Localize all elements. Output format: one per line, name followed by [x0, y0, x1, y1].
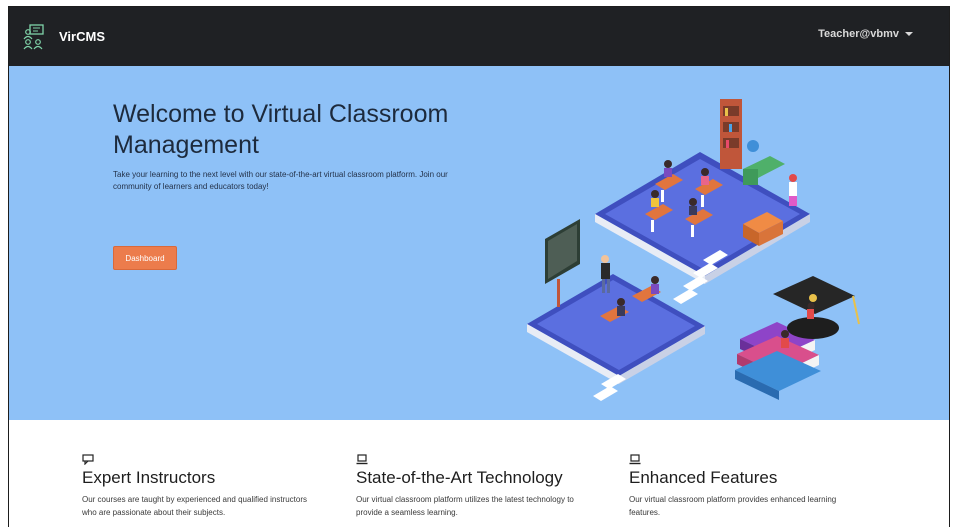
features-section: Expert Instructors Our courses are taugh… [9, 420, 949, 527]
dashboard-button[interactable]: Dashboard [113, 246, 177, 270]
page-frame: VirCMS Teacher@vbmv Welcome to Virtual C… [8, 6, 950, 527]
feature-card-enhanced-features: Enhanced Features Our virtual classroom … [629, 454, 879, 519]
hero-title: Welcome to Virtual Classroom Management [113, 100, 449, 159]
navbar: VirCMS Teacher@vbmv [9, 7, 949, 66]
feature-text: Our courses are taught by experienced an… [82, 495, 308, 517]
feature-title: Expert Instructors [82, 468, 216, 487]
hero-subtitle: Take your learning to the next level wit… [113, 170, 448, 191]
feature-title: Enhanced Features [629, 468, 778, 487]
feature-text: Our virtual classroom platform utilizes … [356, 495, 574, 517]
laptop-icon [356, 454, 368, 465]
classroom-logo-icon [23, 23, 44, 49]
brand[interactable]: VirCMS [23, 23, 105, 50]
feature-card-expert-instructors: Expert Instructors Our courses are taugh… [82, 454, 332, 519]
classroom-illustration [527, 99, 860, 401]
chat-icon [82, 454, 94, 465]
user-name: Teacher@vbmv [818, 28, 899, 40]
brand-name: VirCMS [59, 29, 105, 44]
user-dropdown[interactable]: Teacher@vbmv [818, 28, 913, 40]
feature-card-technology: State-of-the-Art Technology Our virtual … [356, 454, 606, 519]
caret-down-icon [905, 32, 913, 36]
feature-text: Our virtual classroom platform provides … [629, 495, 837, 517]
hero-section: Welcome to Virtual Classroom Management … [9, 66, 949, 420]
laptop-icon [629, 454, 641, 465]
feature-title: State-of-the-Art Technology [356, 468, 563, 487]
